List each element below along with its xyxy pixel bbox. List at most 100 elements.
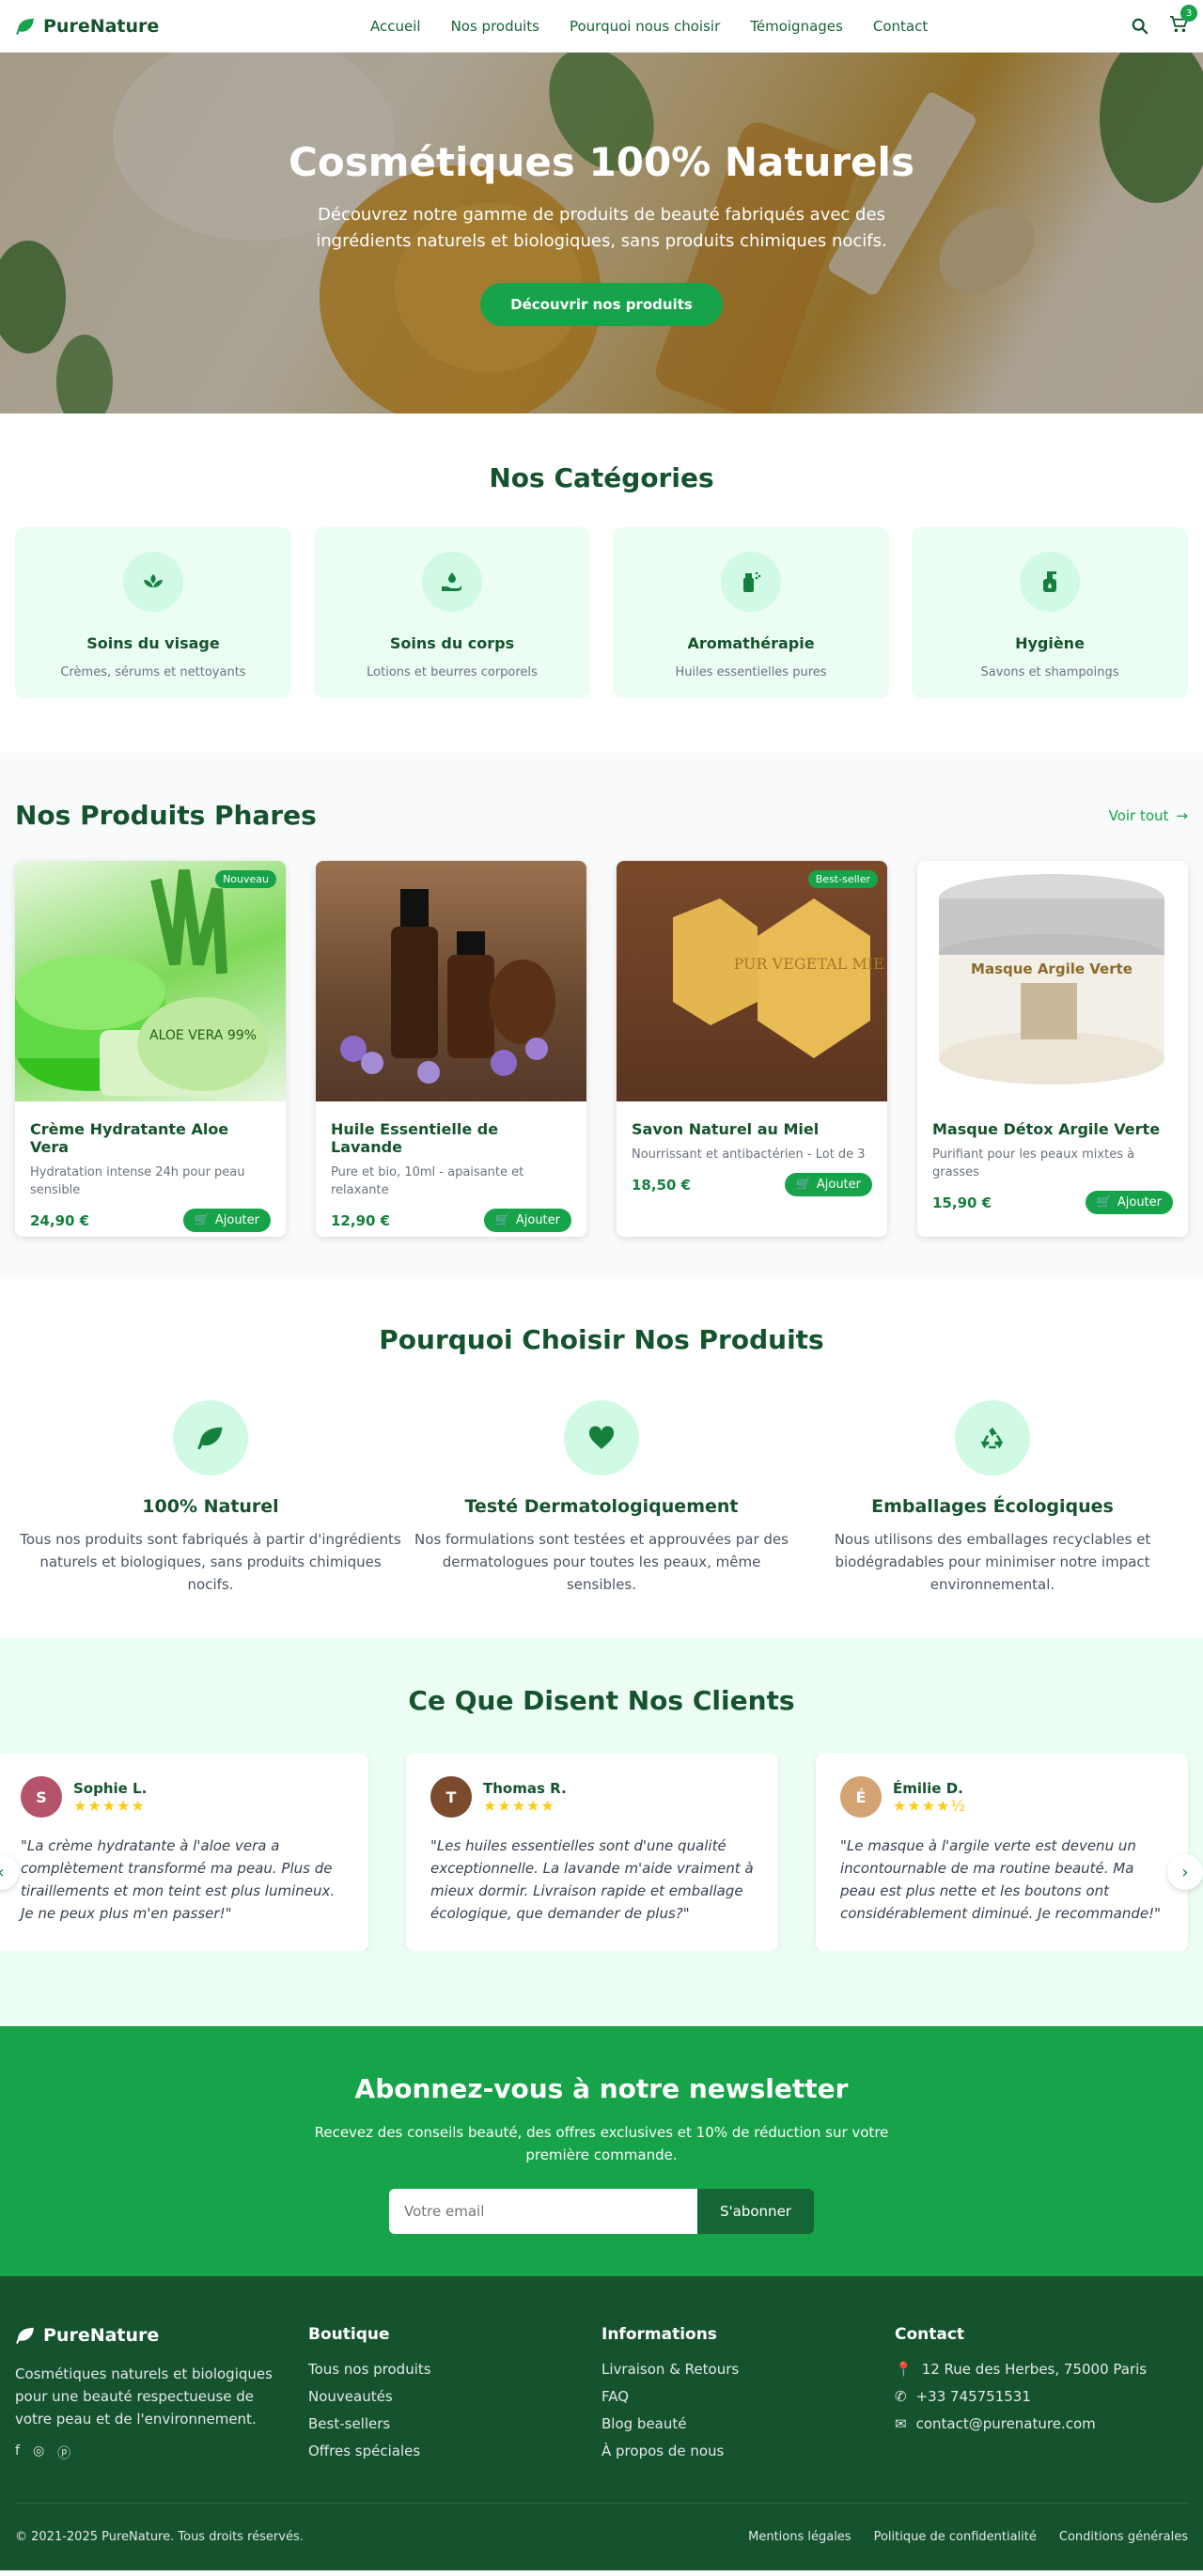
nav-link-produits[interactable]: Nos produits <box>451 18 539 35</box>
leaf-icon <box>16 2327 34 2344</box>
avatar: T <box>430 1776 472 1818</box>
nav-link-pourquoi[interactable]: Pourquoi nous choisir <box>570 18 720 35</box>
instagram-icon[interactable]: ◎ <box>33 2443 44 2462</box>
product-card[interactable]: Huile Essentielle de Lavande Pure et bio… <box>316 861 586 1237</box>
footer-brand-name: PureNature <box>43 2325 160 2346</box>
footer-link[interactable]: Best-sellers <box>308 2415 602 2432</box>
footer-brand[interactable]: PureNature <box>15 2325 308 2346</box>
category-card-visage[interactable]: Soins du visage Crèmes, sérums et nettoy… <box>15 527 291 698</box>
nav-link-contact[interactable]: Contact <box>873 18 928 35</box>
nav-link-temoignages[interactable]: Témoignages <box>750 18 843 35</box>
legal-link[interactable]: Conditions générales <box>1059 2530 1188 2544</box>
categories-section: Nos Catégories Soins du visage Crèmes, s… <box>0 414 1203 753</box>
add-label: Ajouter <box>214 1213 259 1227</box>
category-desc: Crèmes, sérums et nettoyants <box>60 665 246 679</box>
product-image-honey-soap: PUR VEGETAL MIEL Best-seller <box>617 861 887 1101</box>
facebook-icon[interactable]: f <box>15 2443 20 2462</box>
feature-desc: Nos formulations sont testées et approuv… <box>414 1531 789 1593</box>
see-all-link[interactable]: Voir tout → <box>1109 807 1188 824</box>
product-price: 24,90 € <box>30 1211 90 1229</box>
aloe-jar-illustration: ALOE VERA 99% <box>15 869 269 1096</box>
product-image-lavender <box>316 861 586 1101</box>
subscribe-button[interactable]: S'abonner <box>697 2189 814 2234</box>
feature-natural: 100% Naturel Tous nos produits sont fabr… <box>15 1400 406 1596</box>
carousel-next-button[interactable]: › <box>1167 1854 1203 1890</box>
nav-links: Accueil Nos produits Pourquoi nous chois… <box>370 0 928 53</box>
legal-link[interactable]: Politique de confidentialité <box>874 2530 1037 2544</box>
feature-name: 100% Naturel <box>142 1496 279 1517</box>
pinterest-icon[interactable]: ⓟ <box>57 2443 70 2462</box>
footer-link[interactable]: Nouveautés <box>308 2388 602 2405</box>
product-name[interactable]: Crème Hydratante Aloe Vera <box>30 1120 271 1156</box>
category-card-corps[interactable]: Soins du corps Lotions et beurres corpor… <box>314 527 590 698</box>
cart-button[interactable]: 3 <box>1169 5 1197 37</box>
product-price: 12,90 € <box>331 1211 391 1229</box>
legal-link[interactable]: Mentions légales <box>748 2530 851 2544</box>
footer-link[interactable]: FAQ <box>602 2388 895 2405</box>
search-icon[interactable] <box>1132 18 1148 35</box>
discover-products-button[interactable]: Découvrir nos produits <box>480 283 723 326</box>
brand-logo[interactable]: PureNature <box>15 16 159 37</box>
lavender-bottles-illustration <box>340 889 555 1084</box>
newsletter-email-input[interactable] <box>389 2189 698 2234</box>
newsletter-subtitle: Recevez des conseils beauté, des offres … <box>314 2124 889 2163</box>
testimonial-text: "Les huiles essentielles sont d'une qual… <box>430 1837 754 1922</box>
feature-dermato: Testé Dermatologiquement Nos formulation… <box>406 1400 797 1596</box>
product-card[interactable]: PUR VEGETAL MIEL Best-seller Savon Natur… <box>617 861 887 1237</box>
add-to-cart-button[interactable]: 🛒 Ajouter <box>483 1209 571 1232</box>
product-card[interactable]: Masque Argile Verte Masque Détox Argile … <box>917 861 1188 1237</box>
footer-address: 📍 12 Rue des Herbes, 75000 Paris <box>895 2361 1188 2378</box>
add-to-cart-button[interactable]: 🛒 Ajouter <box>182 1209 271 1232</box>
testimonial-name: Thomas R. <box>483 1779 567 1797</box>
category-card-aromatherapie[interactable]: Aromathérapie Huiles essentielles pures <box>613 527 889 698</box>
avatar: É <box>840 1776 882 1818</box>
map-marker-icon: 📍 <box>895 2361 913 2378</box>
chevron-right-icon: › <box>1181 1862 1189 1882</box>
footer-info-title: Informations <box>602 2325 717 2344</box>
add-label: Ajouter <box>515 1213 560 1227</box>
product-image-aloe: ALOE VERA 99% Nouveau <box>15 861 286 1101</box>
heart-icon <box>588 1426 615 1449</box>
footer-link[interactable]: Livraison & Retours <box>602 2361 895 2378</box>
recycle-icon <box>980 1427 1004 1449</box>
cart-icon: 🛒 <box>795 1178 811 1192</box>
cart-icon: 🛒 <box>1096 1195 1112 1210</box>
hero-title: Cosmétiques 100% Naturels <box>289 139 914 185</box>
product-desc: Pure et bio, 10ml - apaisante et relaxan… <box>331 1165 524 1197</box>
category-card-hygiene[interactable]: Hygiène Savons et shampoings <box>912 527 1188 698</box>
spray-bottle-icon <box>743 571 761 592</box>
copyright: © 2021-2025 PureNature. Tous droits rése… <box>15 2530 304 2544</box>
footer-phone[interactable]: ✆ +33 745751531 <box>895 2388 1188 2405</box>
address-text: 12 Rue des Herbes, 75000 Paris <box>921 2361 1148 2378</box>
add-to-cart-button[interactable]: 🛒 Ajouter <box>1085 1191 1173 1214</box>
newsletter-title: Abonnez-vous à notre newsletter <box>354 2073 849 2104</box>
soap-label: PUR VEGETAL MIEL <box>734 955 885 973</box>
testimonial-text: "La crème hydratante à l'aloe vera a com… <box>21 1837 336 1922</box>
product-name[interactable]: Huile Essentielle de Lavande <box>331 1120 571 1156</box>
nav-link-accueil[interactable]: Accueil <box>370 18 421 35</box>
add-to-cart-button[interactable]: 🛒 Ajouter <box>784 1173 872 1196</box>
add-label: Ajouter <box>816 1178 861 1192</box>
footer-link[interactable]: À propos de nous <box>602 2443 895 2459</box>
product-card[interactable]: ALOE VERA 99% Nouveau Crème Hydratante A… <box>15 861 286 1237</box>
footer-link[interactable]: Blog beauté <box>602 2415 895 2432</box>
testimonial-name: Sophie L. <box>73 1779 148 1797</box>
product-desc: Purifiant pour les peaux mixtes à grasse… <box>932 1147 1135 1179</box>
product-name[interactable]: Savon Naturel au Miel <box>632 1120 872 1138</box>
product-name[interactable]: Masque Détox Argile Verte <box>932 1120 1173 1138</box>
testimonial-card: É Émilie D. ★★★★½ "Le masque à l'argile … <box>816 1754 1188 1951</box>
footer-link[interactable]: Tous nos produits <box>308 2361 602 2378</box>
cart-count-badge: 3 <box>1180 5 1197 22</box>
email-text: contact@purenature.com <box>915 2415 1096 2432</box>
footer-email[interactable]: ✉ contact@purenature.com <box>895 2415 1188 2432</box>
avatar: S <box>21 1776 62 1818</box>
feature-desc: Nous utilisons des emballages recyclable… <box>834 1531 1151 1593</box>
footer-about: Cosmétiques naturels et biologiques pour… <box>15 2365 273 2428</box>
product-desc: Hydratation intense 24h pour peau sensib… <box>30 1165 245 1197</box>
category-name: Soins du visage <box>86 634 220 652</box>
product-price: 18,50 € <box>632 1176 692 1194</box>
footer-link[interactable]: Offres spéciales <box>308 2443 602 2459</box>
product-tag-bestseller: Best-seller <box>807 870 878 888</box>
cart-icon: 🛒 <box>194 1213 210 1227</box>
product-tag-new: Nouveau <box>215 870 276 888</box>
